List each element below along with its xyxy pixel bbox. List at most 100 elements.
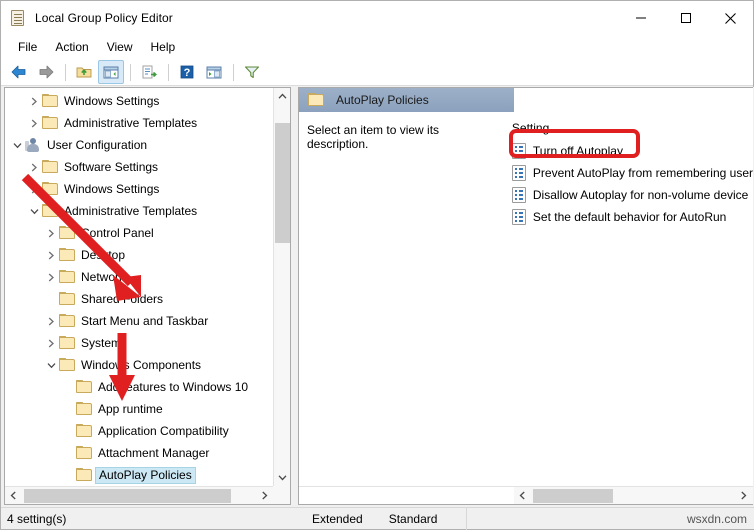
up-one-level-icon[interactable] xyxy=(71,60,97,84)
tree-item-label: Windows Settings xyxy=(64,181,160,196)
toolbar: ? xyxy=(1,59,753,86)
settings-hscroll-thumb[interactable] xyxy=(533,489,613,503)
tree-item-autoplay-policies[interactable]: AutoPlay Policies xyxy=(5,464,273,486)
back-icon[interactable] xyxy=(6,60,32,84)
tree-item-label: System xyxy=(81,335,122,350)
chevron-down-icon[interactable] xyxy=(26,203,42,219)
chevron-right-icon[interactable] xyxy=(43,247,59,263)
chevron-right-icon[interactable] xyxy=(43,269,59,285)
policy-document-icon xyxy=(9,9,27,27)
toolbar-separator xyxy=(130,63,131,81)
user-configuration-icon xyxy=(25,137,42,153)
tree-item-label: Administrative Templates xyxy=(64,203,198,218)
tree-item-app-runtime[interactable]: App runtime xyxy=(5,398,273,420)
scroll-left-button[interactable] xyxy=(5,487,22,504)
menu-view[interactable]: View xyxy=(98,38,142,56)
tree-item-label: User Configuration xyxy=(47,137,148,152)
forward-icon[interactable] xyxy=(33,60,59,84)
chevron-right-icon[interactable] xyxy=(43,313,59,329)
chevron-right-icon[interactable] xyxy=(26,159,42,175)
tree-horizontal-scrollbar[interactable] xyxy=(5,486,273,504)
tree-item-administrative-templates[interactable]: Administrative Templates xyxy=(5,112,273,134)
tree-item-label: Application Compatibility xyxy=(98,423,229,438)
toolbar-separator xyxy=(65,63,66,81)
description-panel: Select an item to view its description. xyxy=(299,112,506,486)
chevron-right-icon[interactable] xyxy=(43,225,59,241)
scroll-right-button[interactable] xyxy=(256,487,273,504)
tree-item-windows-settings[interactable]: Windows Settings xyxy=(5,90,273,112)
policy-tree[interactable]: Windows Settings Administrative Templates… xyxy=(5,88,273,486)
setting-row[interactable]: Prevent AutoPlay from remembering user xyxy=(506,162,753,184)
minimize-button[interactable] xyxy=(618,1,663,35)
menu-file[interactable]: File xyxy=(9,38,46,56)
settings-pane-header: AutoPlay Policies xyxy=(299,88,753,112)
tree-item-control-panel[interactable]: Control Panel xyxy=(5,222,273,244)
folder-icon xyxy=(42,204,59,218)
menu-help[interactable]: Help xyxy=(142,38,185,56)
tree-item-windows-components[interactable]: Windows Components xyxy=(5,354,273,376)
scroll-up-button[interactable] xyxy=(274,88,290,105)
chevron-right-icon[interactable] xyxy=(26,181,42,197)
tree-item-system[interactable]: System xyxy=(5,332,273,354)
console-tree-pane: Windows Settings Administrative Templates… xyxy=(4,87,291,505)
status-divider xyxy=(466,507,467,530)
scroll-down-button[interactable] xyxy=(274,469,290,486)
tree-hscroll-thumb[interactable] xyxy=(24,489,231,503)
show-hide-console-tree-icon[interactable] xyxy=(98,60,124,84)
folder-icon xyxy=(59,336,76,350)
tree-item-desktop[interactable]: Desktop xyxy=(5,244,273,266)
setting-label: Prevent AutoPlay from remembering user xyxy=(532,166,753,180)
filter-icon[interactable] xyxy=(239,60,265,84)
tree-item-attachment-manager[interactable]: Attachment Manager xyxy=(5,442,273,464)
tree-item-label: Control Panel xyxy=(81,225,154,240)
tab-standard-label: Standard xyxy=(388,511,438,526)
description-text: Select an item to view its description. xyxy=(307,123,440,151)
tree-item-user-configuration[interactable]: User Configuration xyxy=(5,134,273,156)
chevron-placeholder xyxy=(43,291,59,307)
tree-vertical-scrollbar[interactable] xyxy=(273,88,290,486)
close-button[interactable] xyxy=(708,1,753,35)
tree-item-label: Attachment Manager xyxy=(98,445,210,460)
tree-item-software-settings[interactable]: Software Settings xyxy=(5,156,273,178)
folder-icon xyxy=(76,402,93,416)
chevron-right-icon[interactable] xyxy=(43,335,59,351)
toolbar-separator xyxy=(233,63,234,81)
policy-setting-icon xyxy=(511,165,526,181)
settings-pane-title: AutoPlay Policies xyxy=(336,93,429,107)
folder-icon xyxy=(59,358,76,372)
menu-action[interactable]: Action xyxy=(46,38,97,56)
title-bar: Local Group Policy Editor xyxy=(1,1,753,35)
help-icon[interactable]: ? xyxy=(174,60,200,84)
settings-scroll-right-button[interactable] xyxy=(735,487,752,504)
tree-item-label: Desktop xyxy=(81,247,126,262)
folder-icon xyxy=(42,160,59,174)
tree-item-administrative-templates[interactable]: Administrative Templates xyxy=(5,200,273,222)
tree-item-application-compatibility[interactable]: Application Compatibility xyxy=(5,420,273,442)
settings-horizontal-scrollbar[interactable] xyxy=(299,486,753,504)
tree-item-label: Start Menu and Taskbar xyxy=(81,313,209,328)
chevron-right-icon[interactable] xyxy=(26,115,42,131)
folder-icon xyxy=(59,270,76,284)
folder-icon xyxy=(42,116,59,130)
tree-item-windows-settings[interactable]: Windows Settings xyxy=(5,178,273,200)
chevron-down-icon[interactable] xyxy=(43,357,59,373)
tree-item-shared-folders[interactable]: Shared Folders xyxy=(5,288,273,310)
chevron-right-icon[interactable] xyxy=(26,93,42,109)
svg-text:?: ? xyxy=(184,67,191,79)
tree-item-label: Network xyxy=(81,269,126,284)
show-hide-action-pane-icon[interactable] xyxy=(201,60,227,84)
tree-item-network[interactable]: Network xyxy=(5,266,273,288)
window-title: Local Group Policy Editor xyxy=(35,11,173,25)
folder-icon xyxy=(76,380,93,394)
export-list-icon[interactable] xyxy=(136,60,162,84)
maximize-button[interactable] xyxy=(663,1,708,35)
setting-row[interactable]: Disallow Autoplay for non-volume device xyxy=(506,184,753,206)
settings-scroll-left-button[interactable] xyxy=(514,487,531,504)
tree-item-label: Shared Folders xyxy=(81,291,164,306)
settings-list[interactable]: Setting Turn off Autoplay Prevent AutoPla… xyxy=(506,112,753,486)
tree-item-add-features-to-windows-10[interactable]: Add features to Windows 10 xyxy=(5,376,273,398)
tree-scroll-thumb[interactable] xyxy=(275,123,290,243)
chevron-down-icon[interactable] xyxy=(9,137,25,153)
tree-item-start-menu-and-taskbar[interactable]: Start Menu and Taskbar xyxy=(5,310,273,332)
setting-row[interactable]: Set the default behavior for AutoRun xyxy=(506,206,753,228)
